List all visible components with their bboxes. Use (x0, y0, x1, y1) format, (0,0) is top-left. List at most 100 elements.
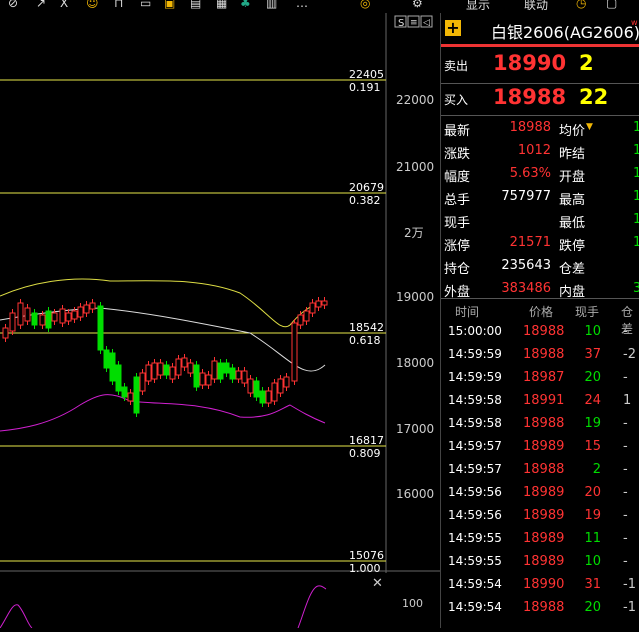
tick-volume: 31 (584, 577, 601, 592)
candle-body (145, 364, 152, 382)
kline-chart[interactable]: S ≡ ◁ 22405 0.191 20679 0.382 18542 0.618 1681… (0, 13, 440, 629)
candle-body (89, 302, 96, 310)
candle-body (309, 302, 316, 314)
price-axis: 22000 21000 2万 19000 18000 17000 16000 (396, 93, 434, 501)
candle-body (127, 392, 134, 402)
stats-value-1: 235643 (501, 258, 551, 273)
box-icon[interactable]: ▭ (140, 0, 151, 10)
stats-divider (441, 115, 639, 116)
settings-icon[interactable]: ⚙ (412, 0, 423, 10)
tick-price: 18988 (523, 600, 565, 615)
window-icon[interactable]: ▢ (606, 0, 617, 10)
tick-price: 18991 (523, 393, 565, 408)
candle-body (247, 378, 254, 394)
panel-icon[interactable]: ▣ (164, 0, 175, 10)
candle-body (271, 382, 278, 402)
tick-row[interactable]: 15:00:00 18988 10 - (441, 321, 639, 344)
tick-price: 18988 (523, 324, 565, 339)
tick-time: 14:59:59 (448, 347, 502, 361)
header-underline (441, 44, 639, 47)
menu-link[interactable]: 联动 (524, 0, 548, 13)
tick-row[interactable]: 14:59:56 18989 19 - (441, 505, 639, 528)
tick-change: - (623, 439, 628, 454)
tick-row[interactable]: 14:59:58 18988 19 - (441, 413, 639, 436)
candle-body (205, 374, 212, 386)
tick-volume: 20 (584, 370, 601, 385)
candle-body (65, 312, 72, 322)
stats-label-2: 跌停 (559, 239, 586, 254)
tick-change: - (623, 485, 628, 500)
tick-time: 14:59:55 (448, 554, 502, 568)
candle-body (321, 300, 328, 306)
calendar-icon[interactable]: ▤ (190, 0, 201, 10)
fib-ratio: 0.618 (349, 334, 381, 347)
tick-change: - (623, 370, 628, 385)
tick-price: 18990 (523, 577, 565, 592)
candle-body (2, 327, 9, 339)
tick-row[interactable]: 14:59:56 18989 20 - (441, 482, 639, 505)
smile-icon[interactable]: ☺ (86, 0, 99, 10)
candle-body (59, 308, 66, 324)
stats-label-1: 涨跌 (444, 147, 471, 162)
alarm-icon[interactable]: ◷ (576, 0, 586, 10)
layout-icon[interactable]: ▥ (266, 0, 277, 10)
tick-row[interactable]: 14:59:54 18988 20 -1 (441, 597, 639, 620)
tick-time: 14:59:54 (448, 600, 502, 614)
tick-row[interactable]: 14:59:57 18988 2 - (441, 459, 639, 482)
avg-price-dropdown-icon[interactable]: ▼ (586, 122, 593, 132)
tick-change: - (623, 531, 628, 546)
leaf-icon[interactable]: ♣ (240, 0, 251, 10)
candle-body (121, 386, 128, 398)
tick-time: 14:59:54 (448, 577, 502, 591)
tick-volume: 2 (592, 462, 601, 477)
tick-price: 18989 (523, 439, 565, 454)
stats-row: 持仓 235643 仓差 (441, 255, 639, 278)
tick-row[interactable]: 14:59:54 18990 31 -1 (441, 574, 639, 597)
candle-body (193, 364, 200, 388)
candle-body (241, 370, 248, 384)
stats-label-2: 仓差 (559, 262, 586, 277)
subplot-line-right (297, 585, 327, 629)
more-icon[interactable]: … (296, 0, 308, 10)
arrow-icon[interactable]: ↗ (36, 0, 46, 10)
stats-label-2: 最低 (559, 216, 586, 231)
candle-body (71, 310, 78, 320)
bid-row[interactable]: 买入 18988 22 (441, 85, 639, 113)
tick-price: 18988 (523, 347, 565, 362)
ticks-header-price: 价格 (529, 305, 554, 319)
fib-price: 20679 (349, 181, 384, 194)
menu-display[interactable]: 显示 (466, 0, 490, 13)
add-watchlist-button[interactable]: + (445, 20, 461, 36)
candle-body (103, 349, 110, 369)
tick-volume: 15 (584, 439, 601, 454)
stats-row: 总手 757977 最高 1 (441, 186, 639, 209)
stats-value-2: 37 (633, 281, 639, 296)
stats-label-1: 持仓 (444, 262, 471, 277)
zoom-icon[interactable]: ⊘ (8, 0, 18, 10)
tick-row[interactable]: 14:59:59 18987 20 - (441, 367, 639, 390)
candle-body (97, 305, 104, 351)
tick-time: 14:59:56 (448, 485, 502, 499)
tick-price: 18989 (523, 554, 565, 569)
tick-volume: 10 (584, 554, 601, 569)
tick-price: 18988 (523, 416, 565, 431)
grid-icon[interactable]: ▦ (216, 0, 227, 10)
tick-time: 14:59:55 (448, 531, 502, 545)
tick-row[interactable]: 14:59:57 18989 15 - (441, 436, 639, 459)
tick-row[interactable]: 14:59:58 18991 24 1 (441, 390, 639, 413)
fib-ratio: 1.000 (349, 562, 381, 575)
price-axis-label: 17000 (396, 422, 434, 436)
subplot-close-icon: ✕ (372, 576, 383, 591)
tick-time: 14:59:59 (448, 370, 502, 384)
tick-time: 14:59:56 (448, 508, 502, 522)
ask-row[interactable]: 卖出 18990 2 (441, 51, 639, 79)
ask-volume: 2 (579, 51, 594, 75)
tick-row[interactable]: 14:59:55 18989 11 - (441, 528, 639, 551)
stats-label-1: 现手 (444, 216, 471, 231)
quote-header: + 白银2606(AG2606) w (441, 16, 639, 45)
ai-icon[interactable]: ◎ (360, 0, 370, 10)
chart-icon[interactable]: ⊓ (114, 0, 123, 10)
cursor-icon[interactable]: Ⅹ (60, 0, 68, 10)
tick-row[interactable]: 14:59:59 18988 37 -2 (441, 344, 639, 367)
tick-row[interactable]: 14:59:55 18989 10 - (441, 551, 639, 574)
